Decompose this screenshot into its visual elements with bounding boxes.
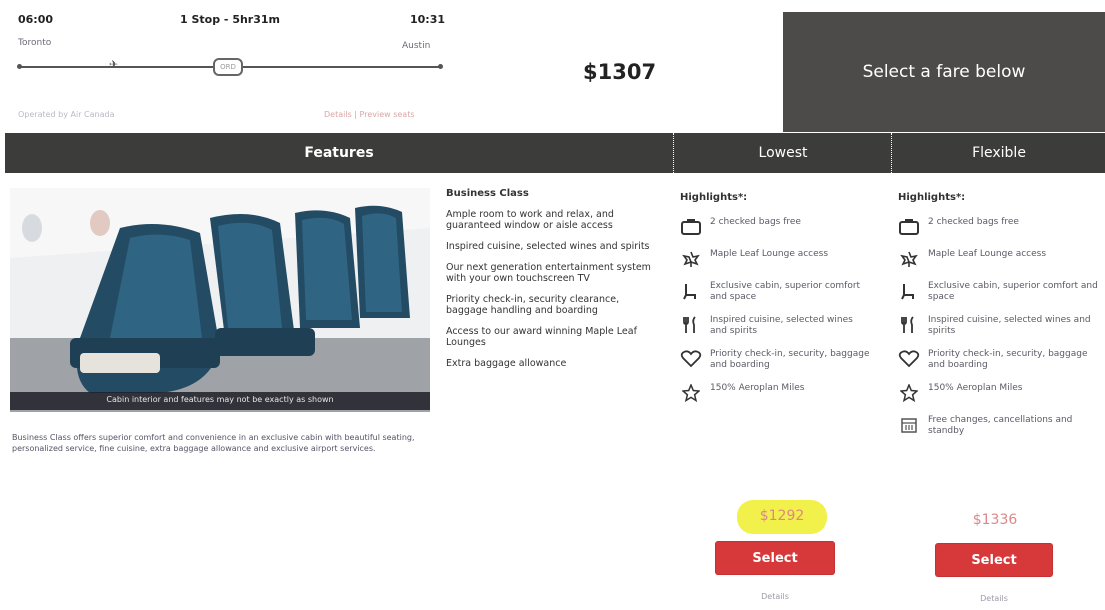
flexible-column-header: Flexible: [891, 133, 1105, 173]
flexible-details-link[interactable]: Details: [936, 594, 1052, 603]
cabin-description: Business Class offers superior comfort a…: [12, 433, 415, 453]
highlight-row: Maple Leaf Lounge access: [898, 249, 1098, 269]
highlight-text: 2 checked bags free: [710, 217, 801, 227]
maple-leaf-icon: [680, 249, 702, 269]
highlight-row: Priority check-in, security, baggage and…: [680, 349, 870, 371]
highlight-row: Priority check-in, security, baggage and…: [898, 349, 1098, 371]
cabin-seats-illustration: [10, 188, 430, 412]
heart-icon: [680, 349, 702, 369]
highlight-row: Free changes, cancellations and standby: [898, 415, 1098, 437]
flexible-price: $1336: [972, 512, 1018, 528]
business-class-title: Business Class: [446, 188, 529, 199]
operator-note: Operated by Air Canada: [18, 110, 115, 119]
suitcase-icon: [898, 217, 920, 237]
seat-icon: [680, 281, 702, 301]
highlight-row: Exclusive cabin, superior comfort and sp…: [680, 281, 870, 303]
cutlery-icon: [898, 315, 920, 335]
highlight-row: 150% Aeroplan Miles: [898, 383, 1098, 403]
lowest-highlights: Highlights*: 2 checked bags free Maple L…: [680, 192, 870, 403]
highlight-text: 2 checked bags free: [928, 217, 1019, 227]
highlight-text: Maple Leaf Lounge access: [928, 249, 1047, 259]
feature-item: Priority check-in, security clearance, b…: [446, 294, 620, 316]
highlight-text: Maple Leaf Lounge access: [710, 249, 829, 259]
highlight-text: Exclusive cabin, superior comfort and sp…: [928, 281, 1098, 302]
stop-badge[interactable]: ORD: [213, 58, 243, 76]
flexible-highlights: Highlights*: 2 checked bags free Maple L…: [898, 192, 1098, 437]
flexible-highlights-title: Highlights*:: [898, 192, 966, 203]
lowest-column-header: Lowest: [673, 133, 892, 173]
select-flexible-button[interactable]: Select: [936, 544, 1052, 576]
business-class-feature-list: Business Class Ample room to work and re…: [446, 188, 661, 369]
business-price: $1307: [583, 60, 657, 84]
lowest-price: $1292: [759, 508, 805, 524]
highlight-row: 150% Aeroplan Miles: [680, 383, 870, 403]
select-lowest-label: Select: [752, 550, 798, 566]
highlight-row: Exclusive cabin, superior comfort and sp…: [898, 281, 1098, 303]
feature-item: Extra baggage allowance: [446, 358, 567, 369]
origin-city: Toronto: [18, 38, 52, 48]
origin-dot: [17, 64, 22, 69]
highlight-row: Inspired cuisine, selected wines and spi…: [680, 315, 870, 337]
highlight-text: Priority check-in, security, baggage and…: [710, 349, 870, 370]
highlight-row: Maple Leaf Lounge access: [680, 249, 870, 269]
highlight-row: 2 checked bags free: [680, 217, 870, 237]
highlight-text: Inspired cuisine, selected wines and spi…: [928, 315, 1091, 336]
features-column-header: Features: [5, 133, 673, 173]
cutlery-icon: [680, 315, 702, 335]
star-icon: [680, 383, 702, 403]
highlight-row: Inspired cuisine, selected wines and spi…: [898, 315, 1098, 337]
suitcase-icon: [680, 217, 702, 237]
star-icon: [898, 383, 920, 403]
feature-item: Access to our award winning Maple Leaf L…: [446, 326, 637, 348]
highlight-text: Exclusive cabin, superior comfort and sp…: [710, 281, 861, 302]
calendar-icon: [898, 415, 920, 435]
highlight-text: 150% Aeroplan Miles: [710, 383, 805, 393]
maple-leaf-icon: [898, 249, 920, 269]
flexible-label: Flexible: [972, 145, 1026, 161]
details-preview-link[interactable]: Details | Preview seats: [324, 110, 415, 119]
image-caption: Cabin interior and features may not be e…: [10, 392, 430, 410]
stop-summary: 1 Stop - 5hr31m: [180, 13, 280, 26]
highlight-text: Priority check-in, security, baggage and…: [928, 349, 1088, 370]
arrival-time: 10:31: [410, 13, 446, 26]
lowest-highlights-title: Highlights*:: [680, 192, 748, 203]
highlight-row: 2 checked bags free: [898, 217, 1098, 237]
plane-icon: ✈: [109, 58, 119, 71]
feature-item: Inspired cuisine, selected wines and spi…: [446, 241, 650, 252]
select-fare-header: Select a fare below: [783, 12, 1105, 132]
heart-icon: [898, 349, 920, 369]
seat-icon: [898, 281, 920, 301]
lowest-details-link[interactable]: Details: [716, 592, 834, 601]
lowest-label: Lowest: [758, 145, 808, 161]
select-fare-header-label: Select a fare below: [862, 62, 1026, 82]
feature-item: Ample room to work and relax, and guaran…: [446, 209, 614, 231]
select-lowest-button[interactable]: Select: [716, 542, 834, 574]
highlight-text: Free changes, cancellations and standby: [928, 415, 1073, 436]
destination-city: Austin: [402, 41, 431, 51]
feature-item: Our next generation entertainment system…: [446, 262, 651, 284]
highlight-text: Inspired cuisine, selected wines and spi…: [710, 315, 853, 336]
select-flexible-label: Select: [971, 552, 1017, 568]
highlight-text: 150% Aeroplan Miles: [928, 383, 1023, 393]
features-label: Features: [304, 145, 374, 161]
departure-time: 06:00: [18, 13, 54, 26]
cabin-image: Cabin interior and features may not be e…: [10, 188, 430, 412]
destination-dot: [438, 64, 443, 69]
